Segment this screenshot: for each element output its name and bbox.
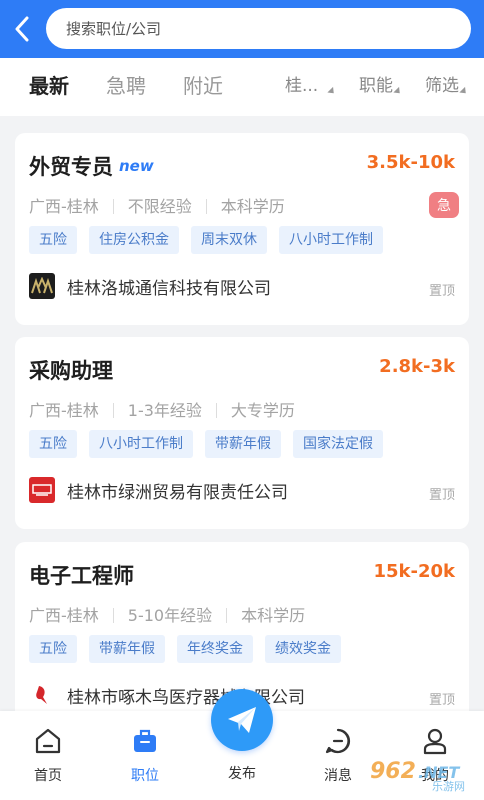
search-bar[interactable] — [46, 8, 471, 49]
pinned-label: 置顶 — [428, 284, 455, 299]
benefit-tag: 绩效奖金 — [265, 635, 341, 663]
benefit-tag: 五险 — [29, 226, 77, 254]
experience: 5-10年经验 — [127, 606, 213, 625]
benefit-tag: 五险 — [29, 635, 77, 663]
paper-plane-icon — [228, 707, 256, 733]
function-dropdown[interactable]: 职能 — [359, 75, 403, 97]
job-title: 外贸专员 — [29, 155, 113, 179]
company-logo-icon — [32, 484, 52, 496]
benefit-tag: 五险 — [29, 430, 77, 458]
city-dropdown-label: 桂... — [285, 76, 319, 96]
tab-home[interactable]: 首页 — [18, 725, 78, 785]
tab-home-label: 首页 — [34, 768, 62, 784]
location: 广西-桂林 — [29, 606, 99, 625]
dropdown-arrow-icon — [393, 86, 403, 97]
benefit-tag: 周末双休 — [191, 226, 267, 254]
function-dropdown-label: 职能 — [359, 76, 393, 96]
tab-nearby[interactable]: 附近 — [183, 73, 223, 99]
job-meta: 广西-桂林 1-3年经验 大专学历 — [29, 397, 295, 421]
benefit-tags: 五险 八小时工作制 带薪年假 国家法定假 — [29, 430, 395, 458]
home-icon — [32, 725, 64, 757]
filter-dropdown[interactable]: 筛选 — [425, 75, 469, 97]
company-name: 桂林市啄木鸟医疗器械有限公司 — [67, 687, 305, 708]
benefit-tag: 住房公积金 — [89, 226, 179, 254]
experience: 不限经验 — [127, 197, 192, 216]
salary: 2.8k-3k — [379, 356, 455, 377]
company-row: 桂林市绿洲贸易有限责任公司 — [29, 477, 288, 503]
dropdown-arrow-icon — [459, 86, 469, 97]
company-logo — [29, 682, 55, 708]
divider — [112, 608, 114, 623]
company-name: 桂林洛城通信科技有限公司 — [67, 278, 271, 299]
company-logo — [29, 477, 55, 503]
divider — [112, 199, 114, 214]
woodpecker-logo-icon — [36, 686, 47, 704]
company-name: 桂林市绿洲贸易有限责任公司 — [67, 482, 288, 503]
education: 本科学历 — [241, 606, 306, 625]
company-logo — [29, 273, 55, 299]
company-row: 桂林洛城通信科技有限公司 — [29, 273, 271, 299]
job-meta: 广西-桂林 不限经验 本科学历 — [29, 193, 285, 217]
benefit-tag: 八小时工作制 — [279, 226, 383, 254]
benefit-tag: 国家法定假 — [293, 430, 383, 458]
experience: 1-3年经验 — [127, 401, 202, 420]
filter-dropdown-label: 筛选 — [425, 76, 459, 96]
search-input[interactable] — [66, 19, 471, 38]
pinned-label: 置顶 — [428, 488, 455, 503]
benefit-tag: 八小时工作制 — [89, 430, 193, 458]
tab-latest[interactable]: 最新 — [29, 73, 69, 99]
dropdown-arrow-icon — [327, 86, 337, 97]
job-card[interactable]: 采购助理 2.8k-3k 广西-桂林 1-3年经验 大专学历 五险 八小时工作制 带… — [15, 337, 469, 529]
job-card[interactable]: 外贸专员 new 3.5k-10k 广西-桂林 不限经验 本科学历 急 五险 住房公… — [15, 133, 469, 325]
tab-messages[interactable]: 消息 — [308, 725, 368, 785]
svg-text:962: 962 — [370, 759, 416, 784]
divider — [112, 403, 114, 418]
filter-bar: 最新 急聘 附近 桂... 职能 筛选 — [0, 58, 484, 116]
benefit-tags: 五险 住房公积金 周末双休 八小时工作制 — [29, 226, 395, 254]
location: 广西-桂林 — [29, 197, 99, 216]
pinned-label: 置顶 — [428, 693, 455, 708]
tab-jobs[interactable]: 职位 — [115, 725, 175, 785]
chevron-left-icon — [15, 16, 29, 42]
job-meta: 广西-桂林 5-10年经验 本科学历 — [29, 602, 305, 626]
location: 广西-桂林 — [29, 401, 99, 420]
education: 本科学历 — [220, 197, 285, 216]
tab-jobs-label: 职位 — [131, 768, 159, 784]
publish-label: 发布 — [228, 766, 256, 782]
divider — [215, 403, 217, 418]
benefit-tag: 带薪年假 — [205, 430, 281, 458]
urgent-badge: 急 — [429, 192, 459, 218]
tab-messages-label: 消息 — [324, 768, 352, 784]
company-logo-icon — [31, 277, 53, 294]
divider — [205, 199, 207, 214]
top-header — [0, 0, 484, 58]
svg-text:乐游网: 乐游网 — [432, 780, 465, 792]
education: 大专学历 — [230, 401, 295, 420]
benefit-tags: 五险 带薪年假 年终奖金 绩效奖金 — [29, 635, 353, 663]
job-title: 电子工程师 — [29, 564, 134, 588]
salary: 3.5k-10k — [366, 152, 455, 173]
back-button[interactable] — [8, 12, 36, 46]
publish-button[interactable] — [211, 689, 273, 751]
watermark: 962 .NET 乐游网 — [370, 752, 480, 796]
tab-urgent[interactable]: 急聘 — [106, 73, 146, 99]
benefit-tag: 年终奖金 — [177, 635, 253, 663]
salary: 15k-20k — [373, 561, 455, 582]
briefcase-icon — [129, 725, 161, 757]
message-icon — [322, 725, 354, 757]
city-dropdown[interactable]: 桂... — [285, 75, 337, 97]
divider — [226, 608, 228, 623]
benefit-tag: 带薪年假 — [89, 635, 165, 663]
new-badge: new — [119, 157, 154, 175]
job-title: 采购助理 — [29, 359, 113, 383]
